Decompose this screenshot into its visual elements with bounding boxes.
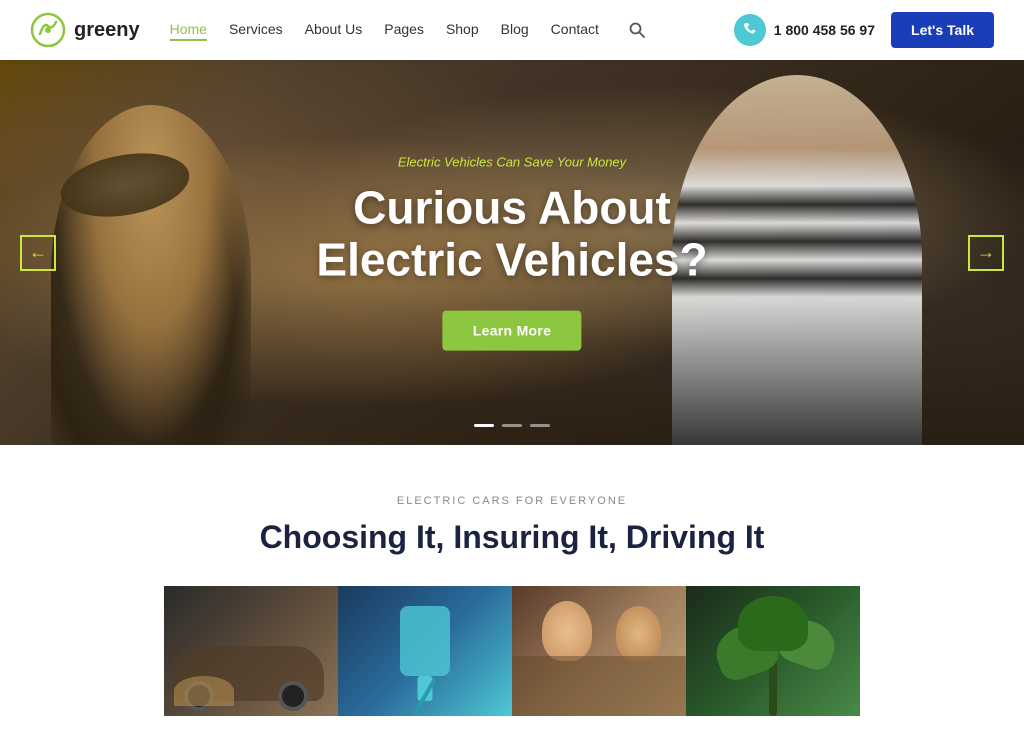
navbar-right: 1 800 458 56 97 Let's Talk xyxy=(734,12,994,48)
nav-home[interactable]: Home xyxy=(170,21,207,41)
nav-about[interactable]: About Us xyxy=(305,21,363,37)
hero-subtitle: Electric Vehicles Can Save Your Money xyxy=(316,154,707,169)
lets-talk-button[interactable]: Let's Talk xyxy=(891,12,994,48)
nav-services[interactable]: Services xyxy=(229,21,283,37)
hero-learn-more-button[interactable]: Learn More xyxy=(443,311,581,351)
search-button[interactable] xyxy=(629,22,645,38)
nav-links: Home Services About Us Pages Shop Blog C… xyxy=(170,21,599,39)
hero-dot-3[interactable] xyxy=(530,424,550,427)
greeny-logo-icon xyxy=(30,12,66,48)
hero-dots xyxy=(474,424,550,427)
hero-dot-2[interactable] xyxy=(502,424,522,427)
hero-dot-1[interactable] xyxy=(474,424,494,427)
cards-row xyxy=(30,586,994,716)
logo-link[interactable]: greeny xyxy=(30,12,140,48)
logo-text: greeny xyxy=(74,19,140,42)
search-icon xyxy=(629,22,645,38)
section2-label: ELECTRIC CARS FOR EVERYONE xyxy=(30,495,994,507)
navbar-left: greeny Home Services About Us Pages Shop… xyxy=(30,12,645,48)
phone-icon xyxy=(742,22,758,38)
card-item-2[interactable] xyxy=(338,586,512,716)
phone-number: 1 800 458 56 97 xyxy=(774,22,875,38)
card-item-1[interactable] xyxy=(164,586,338,716)
hero-content: Electric Vehicles Can Save Your Money Cu… xyxy=(316,154,707,351)
arrow-left-icon: ← xyxy=(29,242,47,263)
arrow-right-icon: → xyxy=(977,242,995,263)
nav-contact[interactable]: Contact xyxy=(551,21,599,37)
card-item-3[interactable] xyxy=(512,586,686,716)
hero-next-button[interactable]: → xyxy=(968,235,1004,271)
nav-blog[interactable]: Blog xyxy=(501,21,529,37)
hero-title: Curious About Electric Vehicles? xyxy=(316,181,707,287)
hero-prev-button[interactable]: ← xyxy=(20,235,56,271)
nav-pages[interactable]: Pages xyxy=(384,21,424,37)
section2-title: Choosing It, Insuring It, Driving It xyxy=(30,519,994,556)
phone-area: 1 800 458 56 97 xyxy=(734,14,875,46)
section2: ELECTRIC CARS FOR EVERYONE Choosing It, … xyxy=(0,445,1024,716)
card-item-4[interactable] xyxy=(686,586,860,716)
hero-section: Electric Vehicles Can Save Your Money Cu… xyxy=(0,60,1024,445)
phone-avatar xyxy=(734,14,766,46)
navbar: greeny Home Services About Us Pages Shop… xyxy=(0,0,1024,60)
nav-shop[interactable]: Shop xyxy=(446,21,479,37)
